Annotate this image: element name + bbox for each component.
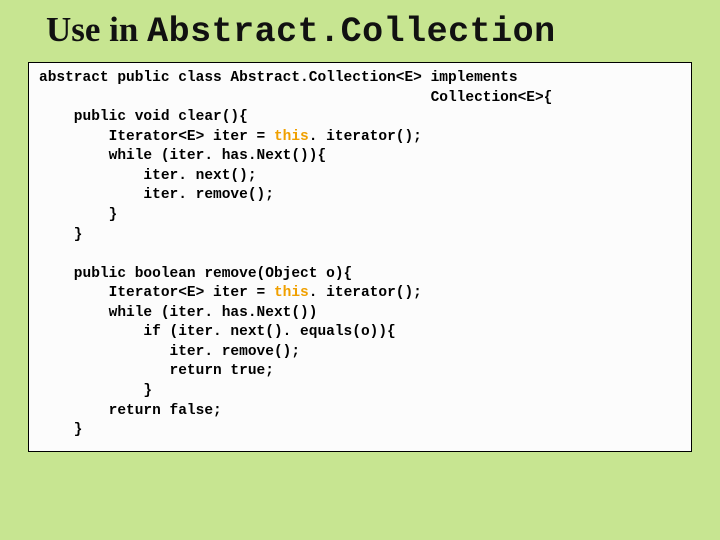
slide-title: Use in Abstract.Collection [28,10,692,52]
code-line: . iterator(); [309,285,422,301]
code-line: while (iter. has.Next()) [39,305,317,321]
code-line: Iterator<E> iter = [39,129,274,145]
code-line: . iterator(); [309,129,422,145]
code-line: Collection<E>{ [39,90,552,106]
code-line: } [39,207,117,223]
keyword-this: this [274,129,309,145]
slide: Use in Abstract.Collection abstract publ… [0,0,720,540]
title-classname: Abstract.Collection [147,12,556,52]
code-line: abstract public class Abstract.Collectio… [39,70,518,86]
code-line: } [39,227,83,243]
code-block: abstract public class Abstract.Collectio… [28,62,692,452]
code-line: while (iter. has.Next()){ [39,148,326,164]
code-line: if (iter. next(). equals(o)){ [39,324,396,340]
code-line: } [39,422,83,438]
keyword-this: this [274,285,309,301]
code-line: Iterator<E> iter = [39,285,274,301]
code-line: iter. remove(); [39,344,300,360]
code-line: return false; [39,403,222,419]
code-line: public void clear(){ [39,109,248,125]
code-line: return true; [39,363,274,379]
title-prefix: Use in [46,10,147,49]
code-line: } [39,383,152,399]
code-line: iter. remove(); [39,187,274,203]
code-line: public boolean remove(Object o){ [39,266,352,282]
code-line: iter. next(); [39,168,257,184]
